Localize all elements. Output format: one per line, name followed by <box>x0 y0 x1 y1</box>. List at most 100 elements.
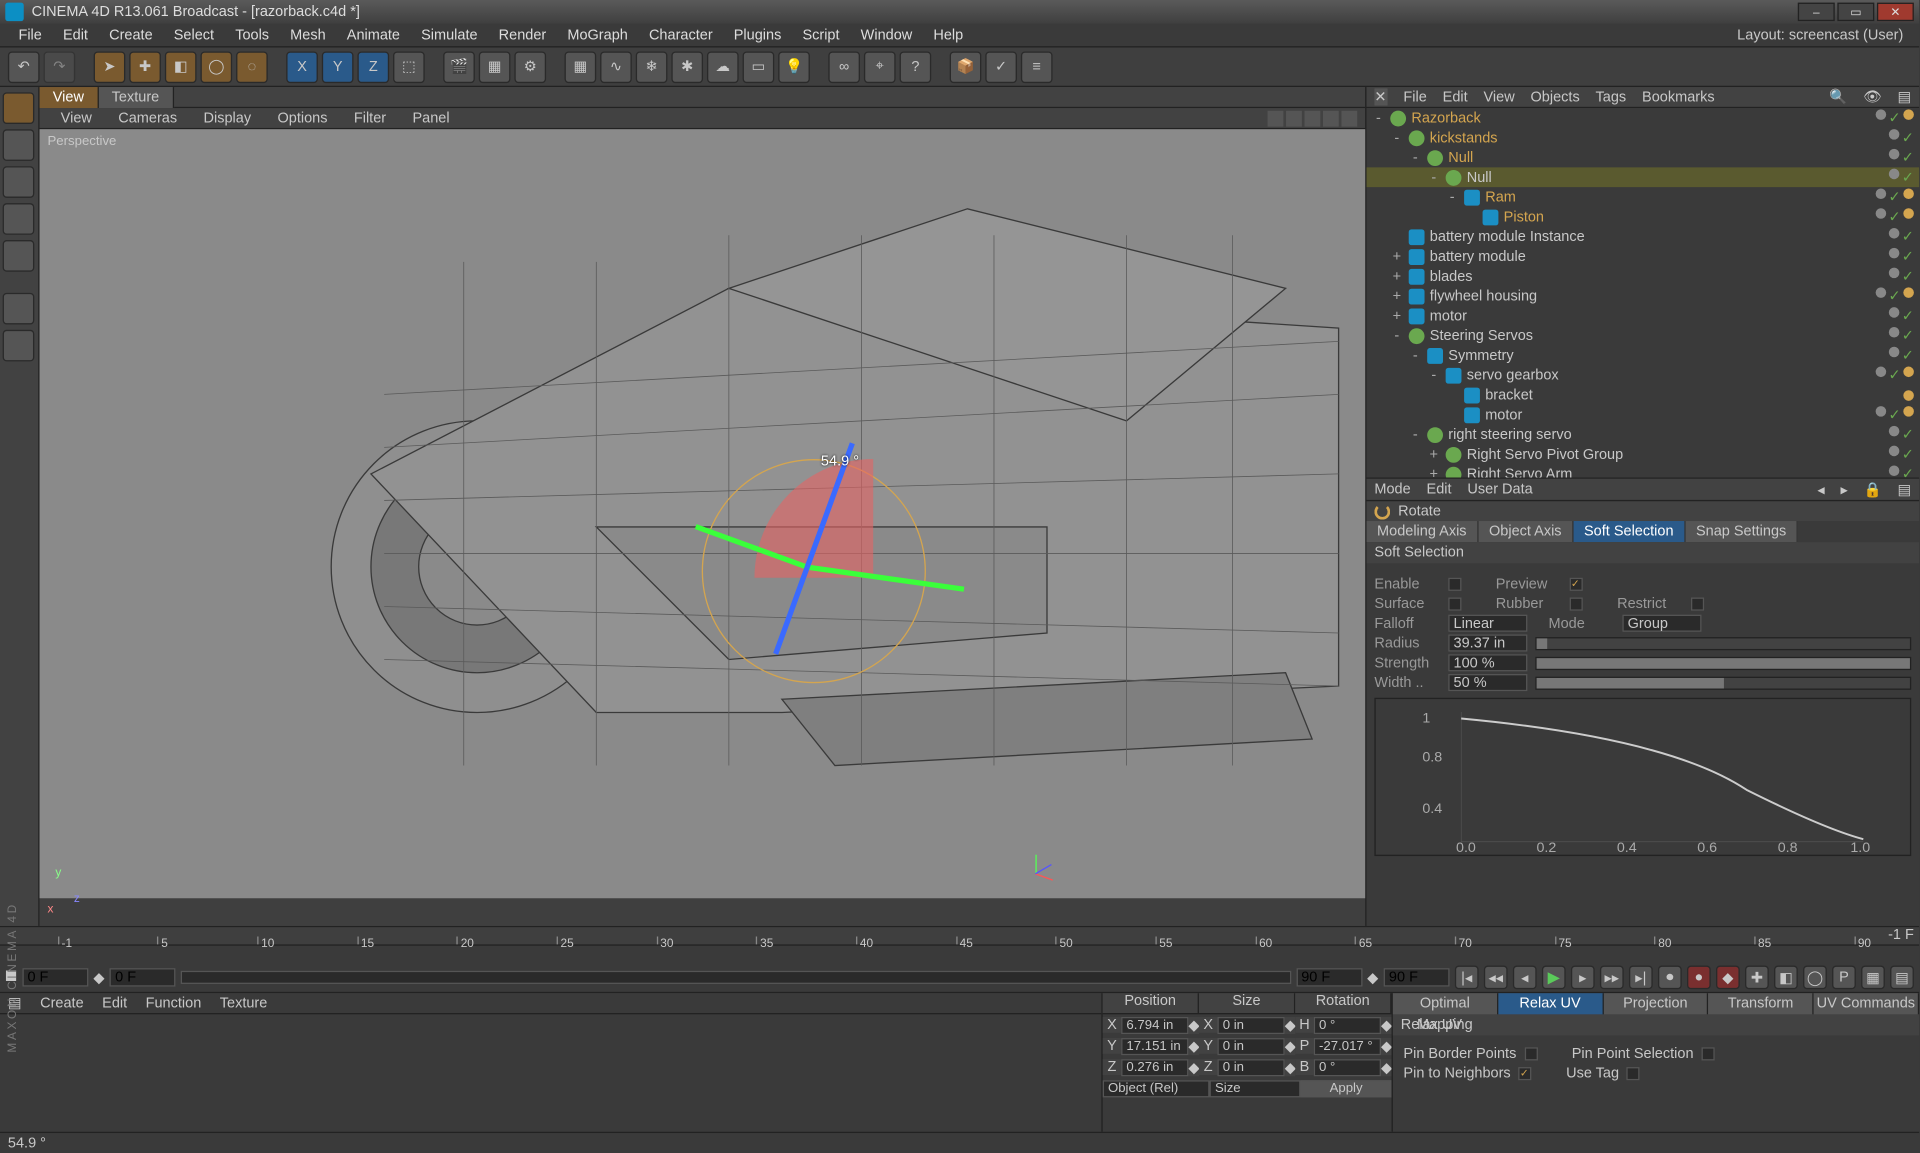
mat-texture[interactable]: Texture <box>220 995 268 1011</box>
panel-menu-icon[interactable]: ▤ <box>1898 88 1912 105</box>
menu-plugins[interactable]: Plugins <box>723 27 792 43</box>
coord-system-button[interactable]: ⬚ <box>393 51 425 83</box>
expand-icon[interactable]: - <box>1409 427 1422 443</box>
search-icon[interactable]: 🔍 <box>1829 88 1847 105</box>
om-bookmarks[interactable]: Bookmarks <box>1642 89 1715 105</box>
object-name[interactable]: Steering Servos <box>1430 328 1889 344</box>
object-row[interactable]: +blades✓ <box>1366 266 1919 286</box>
object-tag-icon[interactable] <box>1903 288 1914 299</box>
object-row[interactable]: Piston✓ <box>1366 207 1919 227</box>
object-tag-icon[interactable]: ✓ <box>1889 109 1901 126</box>
view-nav-icon[interactable] <box>1268 110 1284 126</box>
coord-pos-field[interactable]: 0.276 in <box>1121 1058 1188 1075</box>
object-tag-icon[interactable] <box>1889 268 1900 279</box>
object-tree[interactable]: -Razorback✓-kickstands✓-Null✓-Null✓-Ram✓… <box>1366 108 1919 477</box>
expand-icon[interactable]: - <box>1427 169 1440 185</box>
object-name[interactable]: flywheel housing <box>1430 288 1876 304</box>
pin-point-checkbox[interactable] <box>1701 1047 1714 1060</box>
key-pla-button[interactable]: ▦ <box>1861 966 1885 990</box>
timeline-scrubber[interactable] <box>181 971 1291 984</box>
size-mode-select[interactable]: Size <box>1210 1080 1301 1097</box>
coord-size-field[interactable]: 0 in <box>1217 1058 1284 1075</box>
attr-edit[interactable]: Edit <box>1427 481 1452 497</box>
object-tag-icon[interactable]: ✓ <box>1902 307 1914 324</box>
object-tag-icon[interactable] <box>1903 109 1914 120</box>
object-tag-icon[interactable]: ✓ <box>1902 169 1914 186</box>
object-tag-icon[interactable] <box>1889 169 1900 180</box>
object-name[interactable]: kickstands <box>1430 130 1889 146</box>
goto-start-button[interactable]: |◂ <box>1455 966 1479 990</box>
camera-button[interactable]: ▭ <box>743 51 775 83</box>
uv-tab-transform[interactable]: Transform <box>1709 993 1814 1014</box>
texture-mode[interactable] <box>3 129 35 161</box>
range-end-field[interactable] <box>1384 968 1450 986</box>
object-tag-icon[interactable] <box>1903 367 1914 378</box>
mat-edit[interactable]: Edit <box>102 995 127 1011</box>
surface-checkbox[interactable] <box>1448 597 1461 610</box>
select-tool[interactable]: ➤ <box>94 51 126 83</box>
content-browser-button[interactable]: 📦 <box>950 51 982 83</box>
generator-button[interactable]: ❄ <box>636 51 668 83</box>
light-button[interactable]: 💡 <box>778 51 810 83</box>
panel-menu-icon[interactable]: ▤ <box>1898 481 1912 498</box>
object-name[interactable]: Razorback <box>1411 110 1875 126</box>
view-maximize-icon[interactable] <box>1341 110 1357 126</box>
attr-mode[interactable]: Mode <box>1374 481 1410 497</box>
expand-icon[interactable]: - <box>1372 110 1385 126</box>
mat-create[interactable]: Create <box>40 995 84 1011</box>
object-tag-icon[interactable]: ✓ <box>1902 327 1914 344</box>
object-tag-icon[interactable]: ✓ <box>1902 466 1914 478</box>
object-tag-icon[interactable]: ✓ <box>1902 248 1914 265</box>
object-row[interactable]: +battery module✓ <box>1366 247 1919 267</box>
attr-userdata[interactable]: User Data <box>1467 481 1532 497</box>
object-tag-icon[interactable] <box>1889 307 1900 318</box>
axis-x-button[interactable]: X <box>286 51 318 83</box>
timeline-options-button[interactable]: ▤ <box>1890 966 1914 990</box>
vmenu-filter[interactable]: Filter <box>341 110 400 126</box>
mode-select[interactable]: Group <box>1622 615 1701 632</box>
object-name[interactable]: Right Servo Arm <box>1467 466 1889 477</box>
vmenu-view[interactable]: View <box>47 110 105 126</box>
preview-checkbox[interactable] <box>1570 577 1583 590</box>
object-tag-icon[interactable]: ✓ <box>1902 129 1914 146</box>
nav-fwd-icon[interactable]: ▸ <box>1840 481 1847 498</box>
script-button[interactable]: ≡ <box>1021 51 1053 83</box>
object-name[interactable]: right steering servo <box>1448 427 1888 443</box>
object-tag-icon[interactable] <box>1875 109 1886 120</box>
coord-rot-field[interactable]: 0 ° <box>1314 1016 1381 1033</box>
object-tag-icon[interactable] <box>1875 208 1886 219</box>
menu-tools[interactable]: Tools <box>225 27 280 43</box>
tab-modeling-axis[interactable]: Modeling Axis <box>1366 521 1478 542</box>
maximize-button[interactable]: ▭ <box>1837 3 1874 21</box>
uv-tab-optimal[interactable]: Optimal Mapping <box>1393 993 1498 1014</box>
object-tag-icon[interactable] <box>1889 327 1900 338</box>
minimize-button[interactable]: – <box>1798 3 1835 21</box>
menu-edit[interactable]: Edit <box>52 27 98 43</box>
restrict-checkbox[interactable] <box>1691 597 1704 610</box>
object-name[interactable]: motor <box>1430 308 1889 324</box>
menu-character[interactable]: Character <box>638 27 723 43</box>
expand-icon[interactable]: + <box>1390 308 1403 324</box>
frame-current-field[interactable] <box>110 968 176 986</box>
object-mode-select[interactable]: Object (Rel) <box>1103 1080 1210 1097</box>
view-nav-icon[interactable] <box>1323 110 1339 126</box>
object-name[interactable]: battery module <box>1430 249 1889 265</box>
pin-border-checkbox[interactable] <box>1524 1047 1537 1060</box>
deformer-button[interactable]: ✱ <box>671 51 703 83</box>
object-tag-icon[interactable] <box>1889 446 1900 457</box>
vmenu-cameras[interactable]: Cameras <box>105 110 190 126</box>
coord-size-field[interactable]: 0 in <box>1217 1037 1284 1054</box>
coord-rot-field[interactable]: -27.017 ° <box>1314 1037 1381 1054</box>
key-pos-button[interactable]: ✚ <box>1745 966 1769 990</box>
object-name[interactable]: blades <box>1430 268 1889 284</box>
mat-function[interactable]: Function <box>146 995 202 1011</box>
om-tags[interactable]: Tags <box>1596 89 1627 105</box>
om-view[interactable]: View <box>1483 89 1514 105</box>
object-tag-icon[interactable] <box>1889 347 1900 358</box>
close-panel-icon[interactable]: ✕ <box>1374 88 1387 105</box>
redo-button[interactable]: ↷ <box>44 51 76 83</box>
play-button[interactable]: ▶ <box>1542 966 1566 990</box>
render-region-button[interactable]: ▦ <box>479 51 511 83</box>
apply-button[interactable]: Apply <box>1301 1080 1392 1097</box>
object-row[interactable]: -right steering servo✓ <box>1366 425 1919 445</box>
